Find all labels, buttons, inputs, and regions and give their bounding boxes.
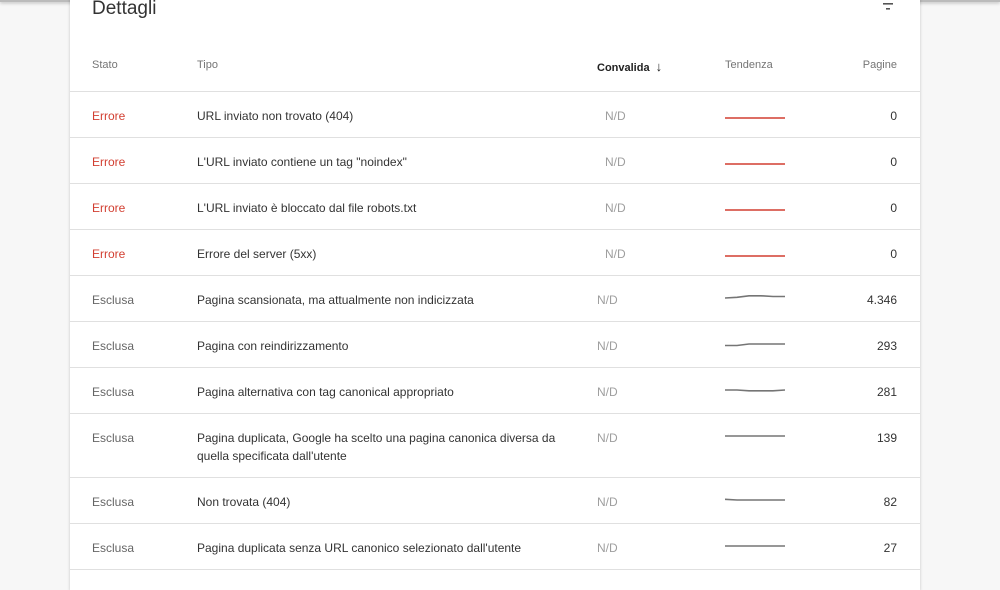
trend-sparkline — [725, 117, 785, 119]
pages-count: 293 — [876, 339, 897, 353]
issue-type: Non trovata (404) — [197, 495, 291, 509]
status-label: Errore — [92, 247, 126, 261]
issue-type: Pagina alternativa con tag canonical app… — [197, 385, 454, 399]
column-header-pagine[interactable]: Pagine — [863, 59, 897, 71]
trend-sparkline — [725, 498, 785, 501]
issue-type: Pagina con reindirizzamento — [197, 339, 349, 353]
issue-type: Pagina duplicata senza URL canonico sele… — [197, 541, 522, 555]
status-label: Esclusa — [92, 385, 135, 399]
trend-line — [725, 498, 785, 501]
pages-count: 82 — [883, 495, 897, 509]
status-label: Esclusa — [92, 541, 135, 555]
pages-count: 0 — [890, 201, 897, 215]
table-row[interactable]: Esclusa Pagina alternativa con tag canon… — [70, 368, 920, 414]
issue-type: Errore del server (5xx) — [197, 247, 317, 261]
status-label: Esclusa — [92, 293, 135, 307]
trend-sparkline — [725, 545, 785, 547]
validation-status: N/D — [597, 293, 618, 307]
table-header: Stato Tipo Convalida ↓ Tendenza Pagine — [70, 50, 920, 92]
validation-status: N/D — [597, 431, 618, 445]
validation-status: N/D — [597, 385, 618, 399]
validation-status: N/D — [597, 495, 618, 509]
pages-count: 27 — [883, 541, 897, 555]
status-label: Errore — [92, 155, 126, 169]
issue-type: Pagina scansionata, ma attualmente non i… — [197, 293, 474, 307]
table-row[interactable]: Esclusa Pagina duplicata senza URL canon… — [70, 524, 920, 570]
trend-sparkline — [725, 435, 785, 437]
table-row[interactable]: Esclusa Pagina scansionata, ma attualmen… — [70, 276, 920, 322]
pages-count: 0 — [890, 109, 897, 123]
table-row[interactable]: Esclusa Pagina con reindirizzamento N/D … — [70, 322, 920, 368]
status-label: Errore — [92, 109, 126, 123]
sort-down-arrow-icon: ↓ — [655, 59, 663, 74]
validation-status: N/D — [597, 339, 618, 353]
validation-status: N/D — [605, 155, 626, 169]
filter-icon[interactable] — [880, 0, 896, 10]
status-label: Errore — [92, 201, 126, 215]
validation-status: N/D — [597, 541, 618, 555]
issue-type: Pagina duplicata, Google ha scelto una p… — [197, 431, 556, 463]
pages-count: 139 — [876, 431, 897, 445]
validation-status: N/D — [605, 201, 626, 215]
pages-count: 281 — [876, 385, 897, 399]
pages-count: 0 — [890, 155, 897, 169]
validation-status: N/D — [605, 109, 626, 123]
trend-line — [725, 389, 785, 392]
pages-count: 0 — [890, 247, 897, 261]
table-row[interactable]: Esclusa Non trovata (404) N/D 82 — [70, 478, 920, 524]
issue-type: L'URL inviato contiene un tag "noindex" — [197, 155, 407, 169]
trend-sparkline — [725, 389, 785, 392]
trend-sparkline — [725, 343, 785, 347]
table-row[interactable]: Esclusa Pagina duplicata, Google ha scel… — [70, 414, 920, 478]
pages-count: 4.346 — [866, 293, 897, 307]
trend-sparkline — [725, 255, 785, 257]
column-header-stato[interactable]: Stato — [92, 59, 118, 71]
trend-sparkline — [725, 295, 785, 299]
column-header-tipo[interactable]: Tipo — [197, 59, 218, 71]
trend-sparkline — [725, 209, 785, 211]
table-row[interactable]: Errore Errore del server (5xx) N/D 0 — [70, 230, 920, 276]
column-header-tendenza[interactable]: Tendenza — [725, 59, 773, 71]
table-row[interactable]: Errore URL inviato non trovato (404) N/D… — [70, 92, 920, 138]
details-card: Dettagli Stato Tipo Convalida ↓ Tendenza … — [70, 0, 920, 590]
column-header-convalida-label: Convalida — [597, 62, 650, 74]
issue-type: URL inviato non trovato (404) — [197, 109, 354, 123]
table-row[interactable]: Errore L'URL inviato contiene un tag "no… — [70, 138, 920, 184]
trend-sparkline — [725, 163, 785, 165]
status-label: Esclusa — [92, 431, 135, 445]
trend-line — [725, 343, 785, 347]
validation-status: N/D — [605, 247, 626, 261]
table-row[interactable]: Errore L'URL inviato è bloccato dal file… — [70, 184, 920, 230]
trend-line — [725, 295, 785, 299]
column-header-convalida[interactable]: Convalida ↓ — [597, 59, 662, 74]
issue-type: L'URL inviato è bloccato dal file robots… — [197, 201, 417, 215]
status-label: Esclusa — [92, 339, 135, 353]
status-label: Esclusa — [92, 495, 135, 509]
card-title: Dettagli — [92, 0, 157, 19]
